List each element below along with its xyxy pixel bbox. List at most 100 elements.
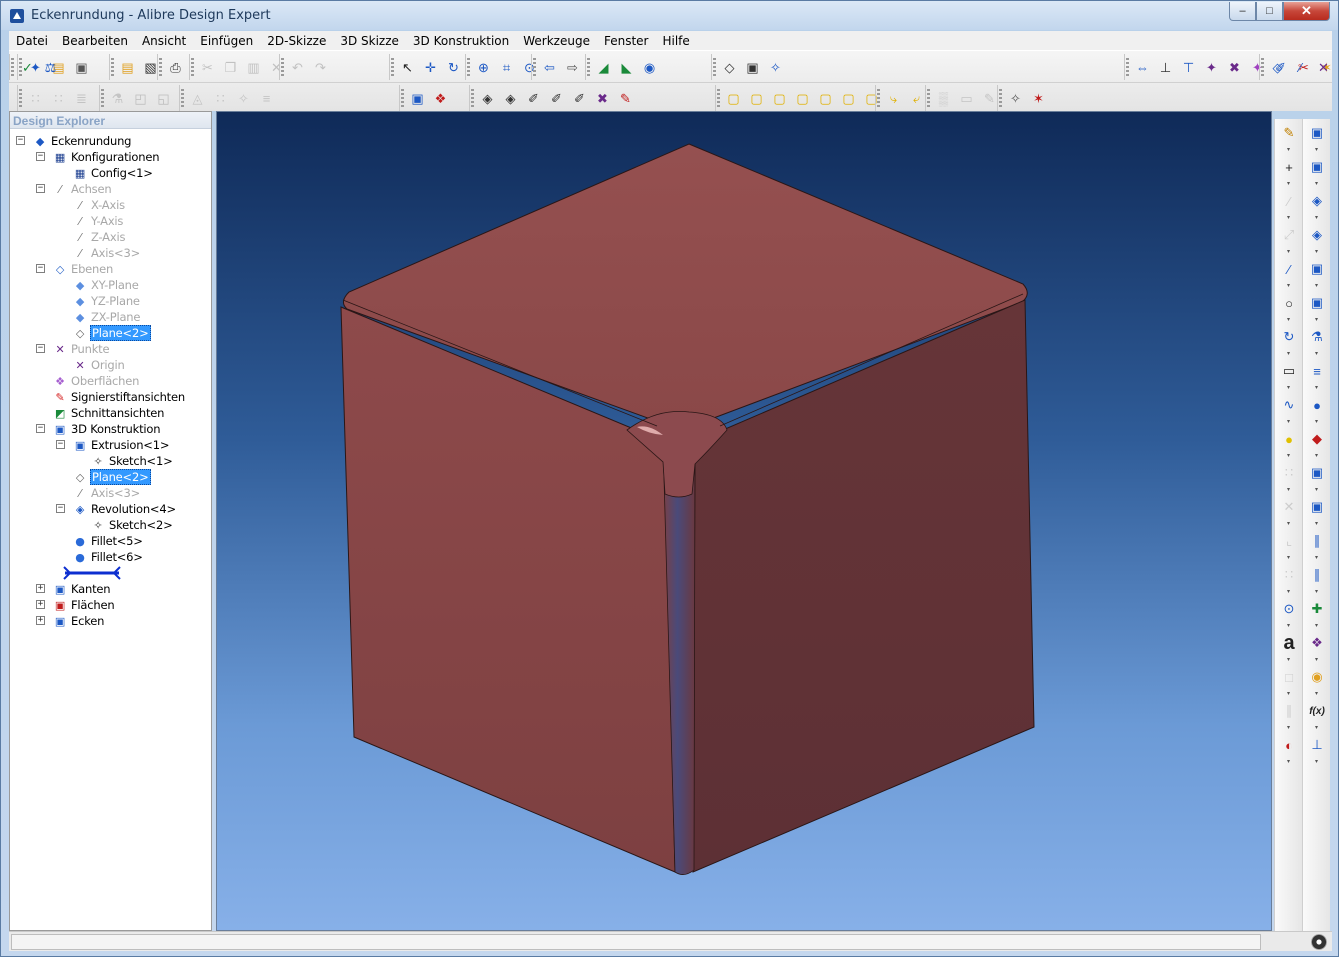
palette-flyout-arrow[interactable]: ▾	[1315, 181, 1319, 187]
tree-node[interactable]: ▦ Konfigurationen	[52, 149, 160, 165]
toolbar-grip[interactable]	[467, 58, 470, 76]
menu-einfuegen[interactable]: Einfügen	[193, 34, 260, 48]
hatch-icon[interactable]: ▒	[934, 88, 954, 108]
split-icon[interactable]: ❖	[1306, 633, 1328, 653]
previous-view-icon[interactable]: ⇦	[540, 57, 560, 77]
feature-7-icon[interactable]: ✎	[616, 88, 636, 108]
mirror-sketch-icon[interactable]: ∥	[1278, 701, 1300, 721]
view-bottom-icon[interactable]: ▢	[793, 88, 813, 108]
tree-node[interactable]: ▣ Ecken	[52, 613, 105, 629]
palette-flyout-arrow[interactable]: ▾	[1287, 351, 1291, 357]
palette-flyout-arrow[interactable]: ▾	[1287, 181, 1291, 187]
toolbar-grip[interactable]	[471, 89, 474, 107]
palette-flyout-arrow[interactable]: ▾	[1287, 657, 1291, 663]
view-options-icon[interactable]: ✧	[766, 57, 786, 77]
balance-icon[interactable]: ⚖	[41, 57, 61, 77]
toolbar-grip[interactable]	[19, 89, 22, 107]
palette-flyout-arrow[interactable]: ▾	[1287, 317, 1291, 323]
pan-icon[interactable]: ✛	[421, 57, 441, 77]
palette-flyout-arrow[interactable]: ▾	[1315, 691, 1319, 697]
tree-expander[interactable]: −	[36, 264, 45, 273]
tree-node[interactable]: ✧ Sketch<2>	[90, 517, 174, 533]
text-icon[interactable]: a	[1278, 632, 1300, 654]
palette-flyout-arrow[interactable]: ▾	[1315, 249, 1319, 255]
menu-fenster[interactable]: Fenster	[597, 34, 656, 48]
palette-flyout-arrow[interactable]: ▾	[1315, 351, 1319, 357]
normal-view-icon[interactable]: ◣	[617, 57, 637, 77]
3d-viewport[interactable]	[216, 111, 1272, 931]
toolbar-grip[interactable]	[1261, 58, 1264, 76]
title-bar[interactable]: Eckenrundung - Alibre Design Expert – □ …	[1, 1, 1338, 30]
tree-node[interactable]: ◈ Revolution<4>	[72, 501, 177, 517]
link-icon[interactable]: ⚗	[108, 88, 128, 108]
feature-2-icon[interactable]: ◈	[501, 88, 521, 108]
palette-flyout-arrow[interactable]: ▾	[1315, 419, 1319, 425]
feature-1-icon[interactable]: ◈	[478, 88, 498, 108]
menu-2d-skizze[interactable]: 2D-Skizze	[260, 34, 333, 48]
fillet-feature-icon[interactable]: ●	[1306, 395, 1328, 415]
toolbar-grip[interactable]	[191, 58, 194, 76]
rounded-cube-model[interactable]	[217, 112, 1272, 931]
palette-flyout-arrow[interactable]: ▾	[1287, 453, 1291, 459]
palette-flyout-arrow[interactable]: ▾	[1287, 215, 1291, 221]
dimension-icon[interactable]: ⇔	[1133, 57, 1153, 77]
tree-node[interactable]: ▦ Config<1>	[72, 165, 154, 181]
view-front-icon[interactable]: ▢	[724, 88, 744, 108]
palette-flyout-arrow[interactable]: ▾	[1315, 385, 1319, 391]
menu-datei[interactable]: Datei	[9, 34, 55, 48]
zoom-in-icon[interactable]: ⊕	[474, 57, 494, 77]
tree-node[interactable]: ⁄ Z-Axis	[72, 229, 126, 245]
tree-node[interactable]: ◇ Ebenen	[52, 261, 114, 277]
bom-icon[interactable]: ≣	[72, 88, 92, 108]
hide-icon[interactable]: ◬	[188, 88, 208, 108]
boolean-icon[interactable]: ✚	[1306, 599, 1328, 619]
feature-3-icon[interactable]: ✐	[524, 88, 544, 108]
tree-node[interactable]: ● Fillet<5>	[72, 533, 144, 549]
tree-node[interactable]: ◇ Plane<2>	[72, 469, 151, 485]
color-icon[interactable]: ❖	[431, 88, 451, 108]
palette-flyout-arrow[interactable]: ▾	[1287, 623, 1291, 629]
tree-expander[interactable]: −	[16, 136, 25, 145]
rotate-icon[interactable]: ↻	[444, 57, 464, 77]
tree-node[interactable]: ⁄ Achsen	[52, 181, 112, 197]
dimension-table-icon[interactable]: ⊥	[1306, 735, 1328, 755]
eraser-icon[interactable]: ▭	[957, 88, 977, 108]
copy-sketch-icon[interactable]: □	[1278, 667, 1300, 687]
tree-node[interactable]: ❖ Oberflächen	[52, 373, 140, 389]
cut-icon[interactable]: ✂	[198, 57, 218, 77]
toolbar-grip[interactable]	[181, 89, 184, 107]
checkmark-icon[interactable]: ✓	[18, 57, 38, 77]
mirror-icon[interactable]: ◱	[154, 88, 174, 108]
toolbar-grip[interactable]	[587, 58, 590, 76]
palette-flyout-arrow[interactable]: ▾	[1287, 521, 1291, 527]
palette-flyout-arrow[interactable]: ▾	[1315, 589, 1319, 595]
compass-icon[interactable]: ✶	[1029, 88, 1049, 108]
tree-node[interactable]: ✕ Punkte	[52, 341, 110, 357]
trim-icon[interactable]: ✕	[1278, 497, 1300, 517]
grid-display-icon[interactable]: ∷	[211, 88, 231, 108]
palette-flyout-arrow[interactable]: ▾	[1287, 555, 1291, 561]
redo-icon[interactable]: ↷	[311, 57, 331, 77]
palette-flyout-arrow[interactable]: ▾	[1287, 283, 1291, 289]
toolbar-grip[interactable]	[11, 58, 14, 76]
line-icon[interactable]: ∕	[1278, 259, 1300, 279]
revolve-boss-icon[interactable]: ◈	[1306, 191, 1328, 211]
circle-icon[interactable]: ○	[1278, 293, 1300, 313]
replace-face-icon[interactable]: ◉	[1306, 667, 1328, 687]
tree-node[interactable]: ▣ Flächen	[52, 597, 115, 613]
toolbar-grip[interactable]	[401, 89, 404, 107]
copy-icon[interactable]: ❐	[221, 57, 241, 77]
point-tool-icon[interactable]: ✕	[1314, 57, 1334, 77]
turn-left-icon[interactable]: ⤷	[884, 88, 904, 108]
extrude-cut-icon[interactable]: ▣	[1306, 157, 1328, 177]
palette-flyout-arrow[interactable]: ▾	[1287, 419, 1291, 425]
copy-feature-icon[interactable]: ◰	[131, 88, 151, 108]
palette-flyout-arrow[interactable]: ▾	[1315, 453, 1319, 459]
toolbar-grip[interactable]	[281, 58, 284, 76]
tree-node[interactable]: ⁄ Axis<3>	[72, 485, 141, 501]
align-icon[interactable]: ⊤	[1179, 57, 1199, 77]
orient-icon[interactable]: ✖	[1225, 57, 1245, 77]
close-button[interactable]: ✕	[1283, 2, 1330, 21]
palette-flyout-arrow[interactable]: ▾	[1315, 759, 1319, 765]
menu-3d-skizze[interactable]: 3D Skizze	[333, 34, 406, 48]
